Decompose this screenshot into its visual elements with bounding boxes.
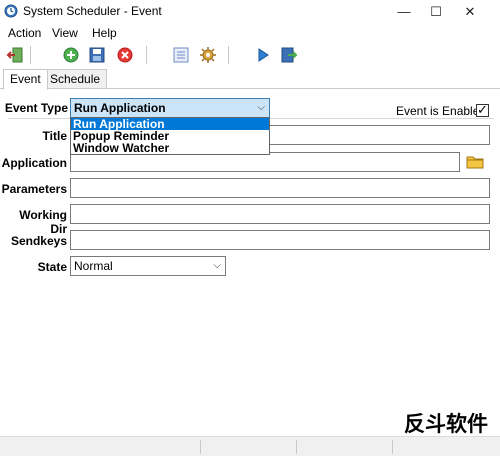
event-type-label: Event Type [4,101,68,115]
enabled-label: Event is Enabled [396,104,487,118]
export-icon[interactable] [280,46,298,64]
status-separator [200,440,201,454]
status-separator [392,440,393,454]
tab-schedule[interactable]: Schedule [43,69,108,89]
menu-help[interactable]: Help [92,26,117,40]
chevron-down-icon: ⌵ [213,260,221,271]
state-value: Normal [74,259,113,273]
parameters-label: Parameters [1,182,67,196]
list-icon[interactable] [172,46,190,64]
exit-icon[interactable] [6,46,24,64]
working-dir-input[interactable] [70,204,490,224]
sendkeys-input[interactable] [70,230,490,250]
enabled-checkbox[interactable]: ✓ [476,102,489,117]
event-type-value: Run Application [74,101,166,115]
option-window-watcher[interactable]: Window Watcher [71,142,269,154]
scheduler-app-icon [4,4,18,18]
title-label: Title [42,129,67,143]
add-icon[interactable] [62,46,80,64]
chevron-down-icon: ⌵ [257,102,265,113]
status-bar [0,436,500,456]
parameters-input[interactable] [70,178,490,198]
event-type-select[interactable]: Run Application ⌵ [70,98,270,118]
check-icon: ✓ [477,102,488,117]
window-title: System Scheduler - Event [23,4,162,18]
toolbar-separator [228,46,229,64]
close-button[interactable]: ✕ [452,0,488,24]
menu-view[interactable]: View [52,26,78,40]
watermark: 反斗软件 [404,412,488,436]
application-label: Application [1,156,67,170]
maximize-button[interactable]: ☐ [418,0,454,24]
tab-event[interactable]: Event [3,69,48,90]
run-icon[interactable] [254,46,272,64]
event-type-dropdown: Run Application Popup Reminder Window Wa… [70,117,270,155]
application-input[interactable] [70,152,460,172]
state-label: State [37,260,67,274]
toolbar-separator [146,46,147,64]
menu-action[interactable]: Action [8,26,41,40]
minimize-button[interactable]: — [386,0,422,24]
sendkeys-label: Sendkeys [10,234,67,248]
save-icon[interactable] [88,46,106,64]
browse-folder-icon[interactable] [466,153,484,169]
status-separator [296,440,297,454]
delete-icon[interactable] [116,46,134,64]
settings-icon[interactable] [199,46,217,64]
working-dir-label: Working Dir [19,208,67,236]
state-select[interactable]: Normal ⌵ [70,256,226,276]
toolbar-separator [30,46,31,64]
